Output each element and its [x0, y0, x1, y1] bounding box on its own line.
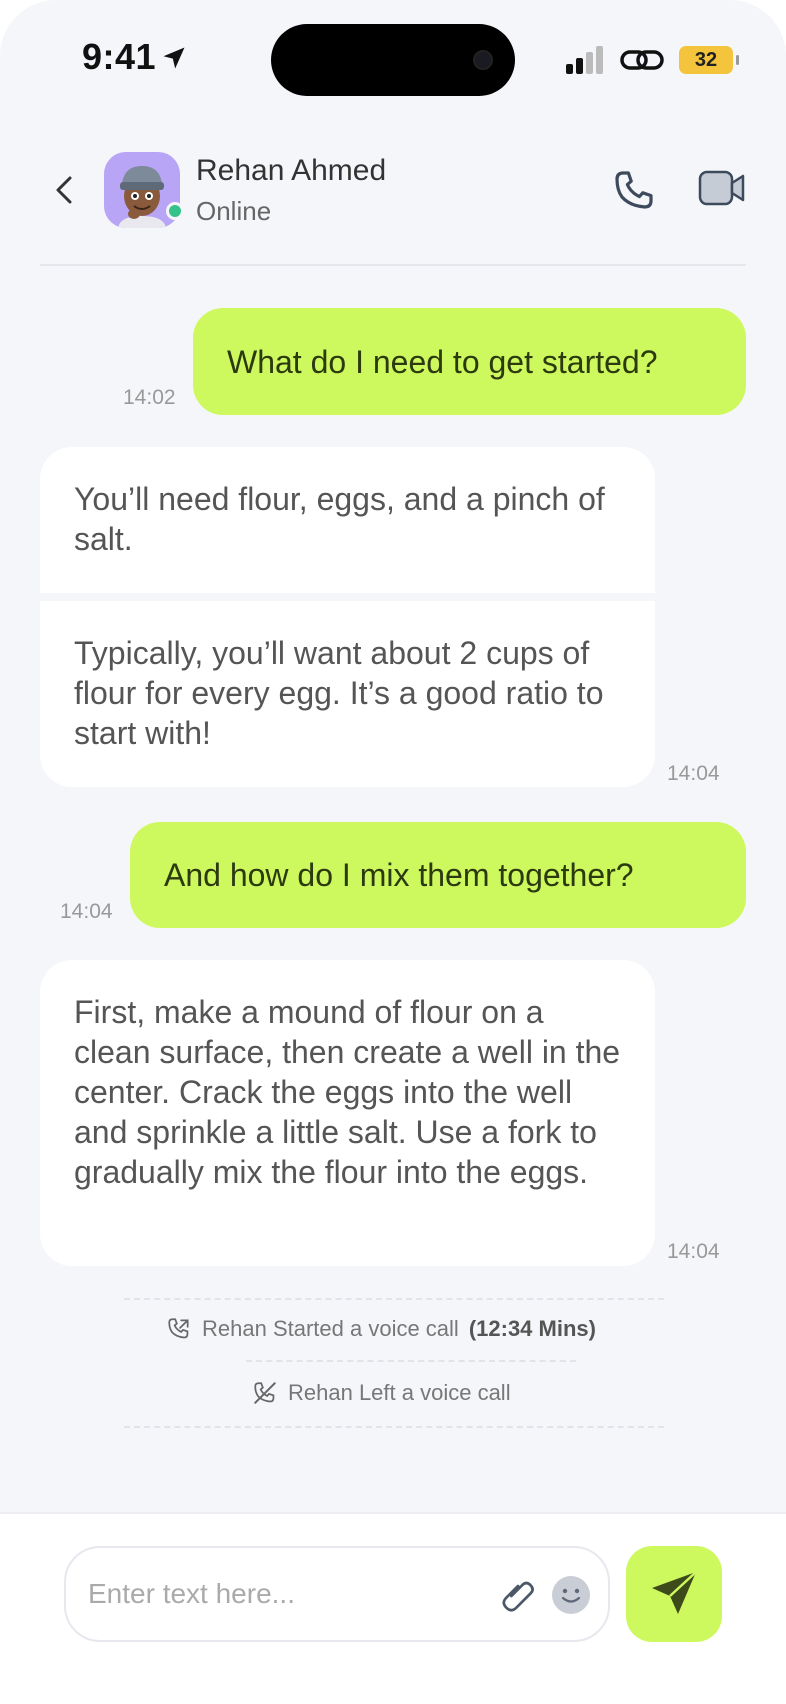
- message-time: 14:04: [667, 762, 720, 785]
- message-time: 14:04: [60, 900, 113, 923]
- send-button[interactable]: [626, 1546, 722, 1642]
- phone-off-icon: [254, 1382, 276, 1404]
- message-sent[interactable]: And how do I mix them together?: [130, 822, 746, 928]
- location-arrow-icon: [163, 47, 185, 69]
- message-received[interactable]: You’ll need flour, eggs, and a pinch of …: [40, 447, 655, 787]
- divider: [246, 1360, 576, 1362]
- message-input[interactable]: [88, 1568, 448, 1620]
- call-started-event: Rehan Started a voice call (12:34 Mins): [166, 1316, 596, 1342]
- status-bar: 9:41 32: [0, 0, 786, 120]
- online-indicator: [166, 202, 184, 220]
- message-time: 14:02: [123, 386, 176, 409]
- divider: [124, 1426, 664, 1428]
- message-time: 14:04: [667, 1240, 720, 1263]
- phone-icon[interactable]: [610, 166, 658, 214]
- call-left-event: Rehan Left a voice call: [252, 1380, 511, 1406]
- contact-status: Online: [196, 196, 272, 226]
- message-sent[interactable]: What do I need to get started?: [193, 308, 746, 415]
- chat-screen: 9:41 32 Rehan Ahmed Online What do I nee…: [0, 0, 786, 1704]
- paperclip-icon[interactable]: [498, 1576, 538, 1616]
- divider: [124, 1298, 664, 1300]
- battery-indicator: 32: [679, 46, 739, 74]
- cellular-signal-icon: [566, 46, 603, 74]
- status-time: 9:41: [82, 36, 157, 77]
- message-received[interactable]: First, make a mound of flour on a clean …: [40, 960, 655, 1266]
- send-icon: [652, 1571, 697, 1614]
- message-text: Typically, you’ll want about 2 cups of f…: [74, 635, 604, 751]
- message-text: First, make a mound of flour on a clean …: [74, 994, 621, 1190]
- message-text: You’ll need flour, eggs, and a pinch of …: [74, 481, 605, 557]
- message-text: And how do I mix them together?: [164, 857, 634, 893]
- message-input-container: [64, 1546, 610, 1642]
- event-text: Rehan Left a voice call: [288, 1380, 511, 1405]
- video-camera-icon[interactable]: [698, 168, 746, 208]
- contact-name: Rehan Ahmed: [196, 154, 387, 187]
- call-duration: (12:34 Mins): [468, 1316, 596, 1341]
- chat-header: Rehan Ahmed Online: [40, 140, 746, 266]
- link-icon: [620, 50, 664, 70]
- message-text: What do I need to get started?: [227, 343, 658, 380]
- message-composer: [0, 1512, 786, 1704]
- back-chevron-icon[interactable]: [50, 170, 80, 210]
- emoji-icon[interactable]: [552, 1576, 590, 1614]
- dynamic-island: [271, 24, 515, 96]
- phone-outgoing-icon: [168, 1318, 189, 1339]
- event-text: Rehan Started a voice call: [202, 1316, 459, 1341]
